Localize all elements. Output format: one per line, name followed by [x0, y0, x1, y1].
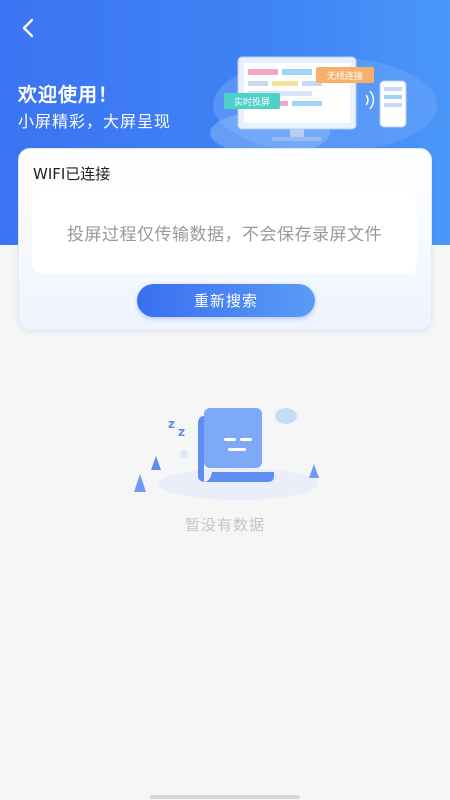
- connection-card: WIFI已连接 投屏过程仅传输数据，不会保存录屏文件 重新搜索: [18, 148, 432, 330]
- notice-box: 投屏过程仅传输数据，不会保存录屏文件: [32, 191, 417, 274]
- home-indicator[interactable]: [150, 795, 300, 799]
- tag-realtime-label: 实时投屏: [234, 96, 270, 108]
- svg-text:z: z: [168, 417, 175, 431]
- research-button[interactable]: 重新搜索: [137, 284, 315, 317]
- tag-wireless-label: 无线连接: [327, 70, 363, 82]
- welcome-title: 欢迎使用！: [18, 84, 119, 106]
- notice-text: 投屏过程仅传输数据，不会保存录屏文件: [67, 225, 382, 245]
- sleeping-document-icon: z z: [134, 408, 319, 500]
- slogan-text: 小屏精彩，大屏呈现: [18, 112, 172, 131]
- screen-cast-illustration: 实时投屏 无线连接: [210, 56, 437, 155]
- back-button[interactable]: [14, 14, 42, 42]
- svg-text:z: z: [178, 425, 185, 439]
- empty-state-text: 暂没有数据: [184, 516, 265, 534]
- wifi-status-label: WIFI已连接: [33, 165, 111, 183]
- chevron-left-icon: [22, 18, 34, 38]
